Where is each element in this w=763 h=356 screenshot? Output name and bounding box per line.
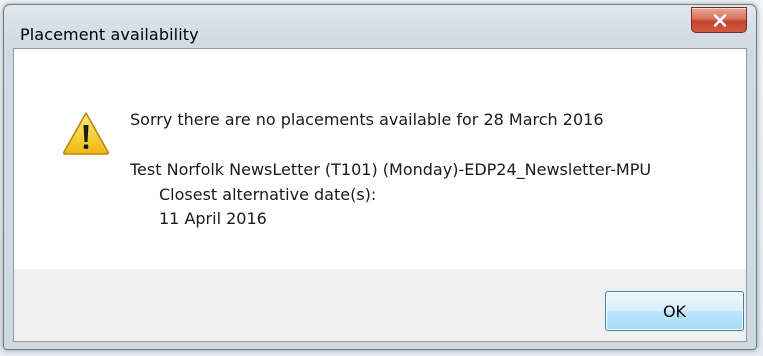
alternative-dates-label: Closest alternative date(s): <box>159 185 377 204</box>
message-area: Sorry there are no placements available … <box>14 49 746 269</box>
close-button[interactable] <box>691 7 747 33</box>
ok-button[interactable]: OK <box>605 291 744 331</box>
product-text: Test Norfolk NewsLetter (T101) (Monday)-… <box>130 160 652 179</box>
window-title: Placement availability <box>20 25 199 44</box>
alternative-date: 11 April 2016 <box>159 209 267 228</box>
message-main-text: Sorry there are no placements available … <box>130 110 604 129</box>
dialog-client-area: Sorry there are no placements available … <box>13 48 747 342</box>
warning-icon <box>62 112 110 155</box>
close-icon <box>713 14 727 27</box>
message-dialog: Placement availability Sorry there are n… <box>3 4 757 350</box>
